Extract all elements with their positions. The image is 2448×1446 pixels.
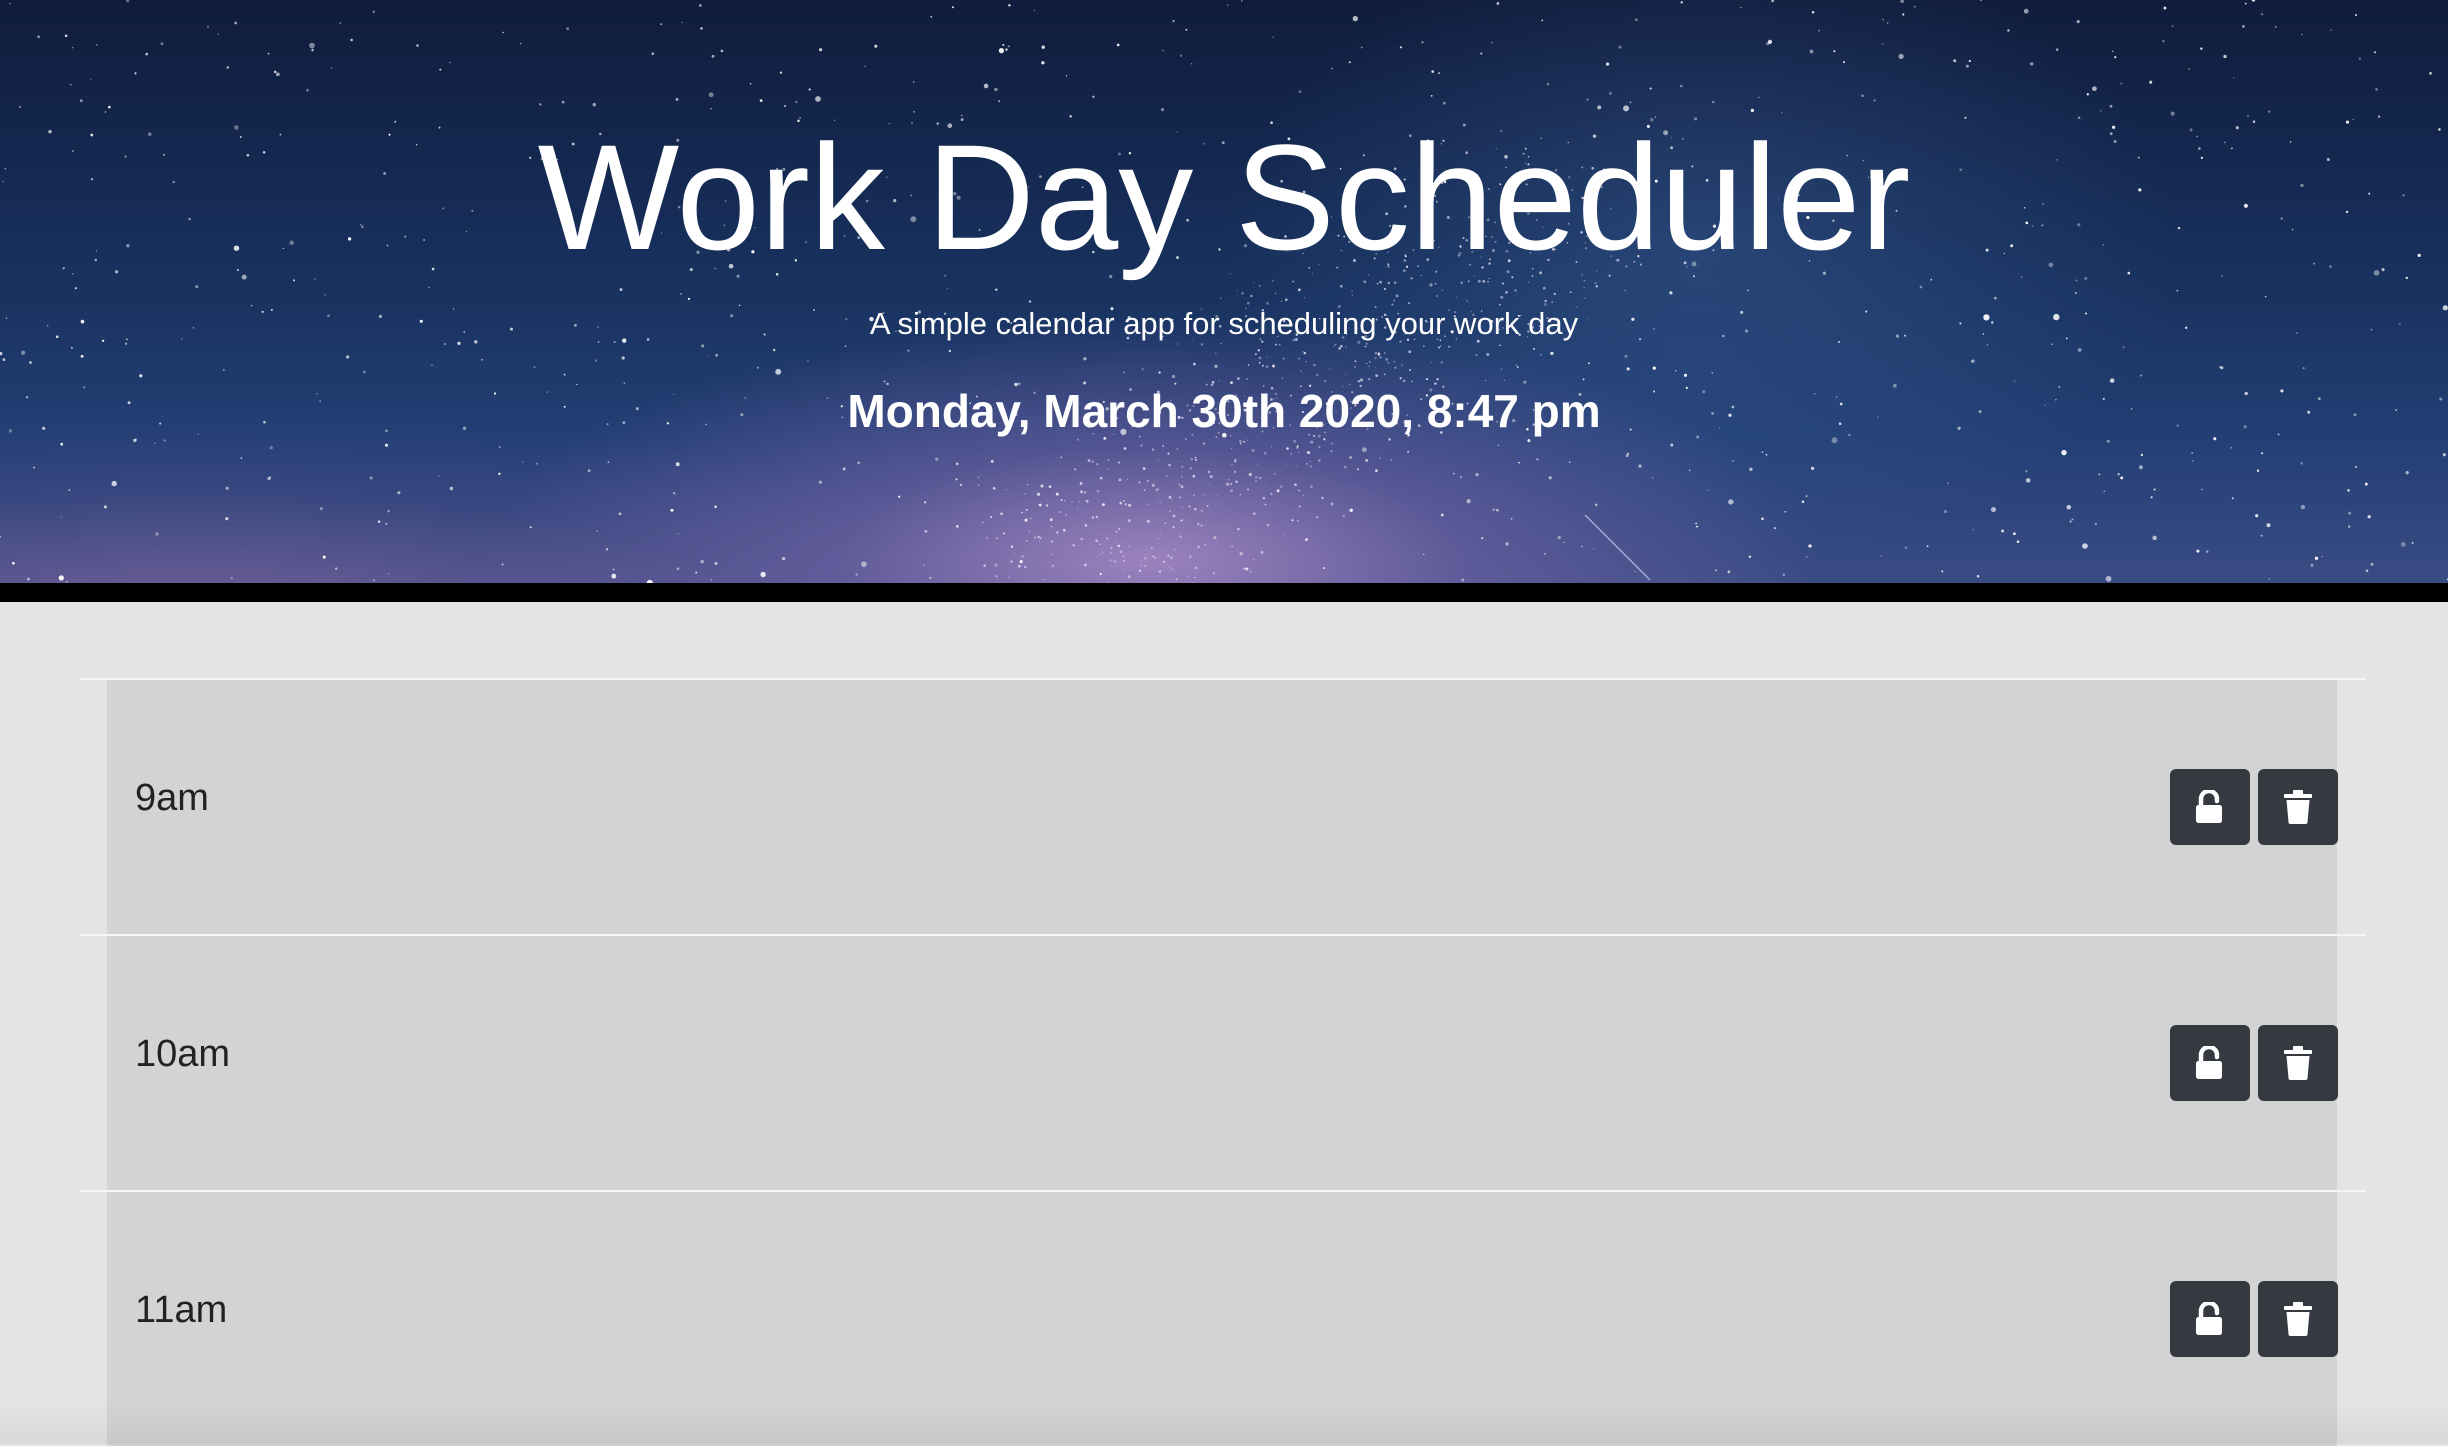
lock-button[interactable] [2170,769,2250,845]
header-divider [0,583,2448,602]
trash-icon [2284,1302,2312,1336]
header-jumbotron: Work Day Scheduler A simple calendar app… [0,0,2448,583]
hour-label: 9am [135,777,209,819]
time-block-row: 9am [80,678,2366,934]
schedule-container: 9am 10am 11am [0,602,2448,1446]
page-subtitle: A simple calendar app for scheduling you… [869,306,1579,341]
trash-icon [2284,790,2312,824]
time-block-description[interactable]: 11am [107,1192,2338,1446]
hour-label: 10am [135,1033,231,1075]
starfield-background [0,0,2448,583]
trash-icon [2284,1046,2312,1080]
time-block-description[interactable]: 10am [107,936,2338,1190]
delete-button[interactable] [2258,1025,2338,1101]
unlock-icon [2196,1302,2222,1335]
time-block-row: 11am [80,1190,2366,1446]
current-datetime: Monday, March 30th 2020, 8:47 pm [847,385,1601,437]
time-block-description[interactable]: 9am [107,680,2338,934]
delete-button[interactable] [2258,1281,2338,1357]
unlock-icon [2196,790,2222,823]
hour-label: 11am [135,1289,228,1331]
delete-button[interactable] [2258,769,2338,845]
unlock-icon [2196,1046,2222,1079]
lock-button[interactable] [2170,1281,2250,1357]
lock-button[interactable] [2170,1025,2250,1101]
page-title: Work Day Scheduler [537,113,1911,281]
time-block-row: 10am [80,934,2366,1190]
